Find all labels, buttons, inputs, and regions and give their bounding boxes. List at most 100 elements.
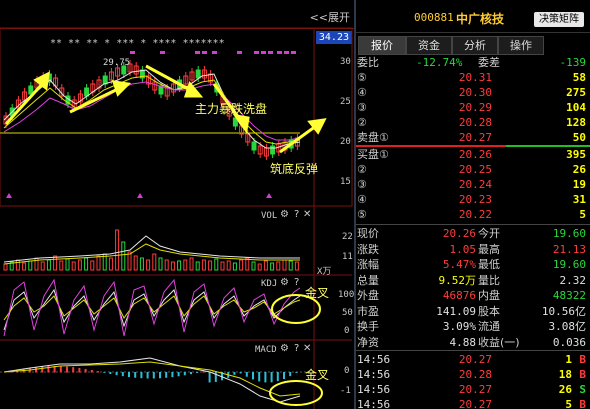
ask-volume: 50 xyxy=(572,131,586,144)
quote-panel: 000881 中广核技 决策矩阵 报价 资金 分析 操作 委比 -12.74% … xyxy=(356,0,590,409)
ask-row[interactable]: ④ 20.30 275 xyxy=(356,85,590,100)
macd-bar xyxy=(103,372,106,373)
volume-bar xyxy=(53,255,58,271)
bid-row[interactable]: ⑤ 20.22 5 xyxy=(356,207,590,222)
macd-bar xyxy=(165,372,168,378)
ask-level-label: ② xyxy=(357,116,367,129)
kline-chart-area[interactable]: <<展开 34.23 ** ** ** * *** * **** *******… xyxy=(0,0,354,409)
stat-value-right: 10.56亿 xyxy=(541,304,586,318)
volume-bar xyxy=(239,259,244,271)
macd-bar xyxy=(214,372,217,382)
volume-bar xyxy=(177,260,182,271)
order-diff-value: -139 xyxy=(559,56,587,69)
order-ratio-row: 委比 -12.74% 委差 -139 xyxy=(356,55,590,70)
macd-bar xyxy=(159,372,161,379)
ask-row[interactable]: 卖盘① 20.27 50 xyxy=(356,130,590,145)
ask-row[interactable]: ⑤ 20.31 58 xyxy=(356,70,590,85)
vol-gear-icon[interactable]: ⚙ xyxy=(280,209,289,220)
kdj-axis-100: 100 xyxy=(338,290,354,300)
tab-analysis[interactable]: 分析 xyxy=(452,36,498,55)
volume-bars xyxy=(3,229,299,271)
bid-row[interactable]: ② 20.25 26 xyxy=(356,162,590,177)
stats-row: 净资 4.88 收益(一) 0.036 xyxy=(356,335,590,350)
ask-price: 20.31 xyxy=(458,71,492,84)
stat-label-right: 最高 xyxy=(478,242,500,256)
bid-level-label: ⑤ xyxy=(357,208,367,221)
signal-marks-bottom xyxy=(6,193,272,198)
ask-level-label: ④ xyxy=(357,86,367,99)
macd-bar xyxy=(202,371,205,373)
tab-funds[interactable]: 资金 xyxy=(406,36,452,55)
macd-bar xyxy=(239,372,242,374)
stat-value-left: 4.88 xyxy=(449,335,477,349)
bid-row[interactable]: ③ 20.24 19 xyxy=(356,177,590,192)
tick-time: 14:56 xyxy=(357,383,391,396)
macd-bar xyxy=(196,372,199,373)
tick-time: 14:56 xyxy=(357,368,391,381)
vol-question-icon[interactable]: ? xyxy=(294,209,299,220)
vol-close-icon[interactable]: ✕ xyxy=(303,209,311,220)
macd-question-icon[interactable]: ? xyxy=(294,343,299,354)
volume-bar xyxy=(139,257,144,271)
ask-row[interactable]: ③ 20.29 104 xyxy=(356,100,590,115)
volume-bar xyxy=(183,259,188,271)
tick-side: B xyxy=(579,368,586,381)
stat-label-left: 涨幅 xyxy=(357,258,379,271)
stats-row: 市盈 141.09 股本 10.56亿 xyxy=(356,304,590,319)
stat-value-left: 3.09% xyxy=(442,320,476,333)
kdj-question-icon[interactable]: ? xyxy=(294,277,299,288)
tick-volume: 5 xyxy=(565,398,572,409)
stat-value-right: 3.08亿 xyxy=(548,320,587,333)
volume-bar xyxy=(22,262,27,271)
macd-bar xyxy=(84,368,87,373)
macd-close-icon[interactable]: ✕ xyxy=(303,343,311,354)
tick-volume: 1 xyxy=(565,353,572,366)
kline-panel-border xyxy=(0,27,353,207)
macd-gear-icon[interactable]: ⚙ xyxy=(280,343,289,354)
ask-volume: 275 xyxy=(566,86,586,99)
macd-bar xyxy=(283,372,285,380)
volume-bar xyxy=(115,229,120,271)
stat-label-right: 今开 xyxy=(478,227,500,240)
volume-bar xyxy=(158,257,163,271)
ask-row[interactable]: ② 20.28 128 xyxy=(356,115,590,130)
decision-matrix-button[interactable]: 决策矩阵 xyxy=(534,12,584,27)
peak-price-label: 29.75 xyxy=(103,58,131,68)
volume-bar xyxy=(133,255,138,271)
stat-label-left: 总量 xyxy=(357,273,379,287)
vol-axis-11: 11 xyxy=(342,252,353,262)
signal-marks-top xyxy=(130,51,296,54)
stats-row: 现价 20.26 今开 19.60 xyxy=(356,226,590,241)
volume-bar xyxy=(108,257,113,271)
macd-bar xyxy=(295,372,298,373)
volume-bar xyxy=(232,262,237,271)
kdj-gear-icon[interactable]: ⚙ xyxy=(280,277,289,288)
volume-bar xyxy=(257,263,262,271)
stat-value-right: 0.036 xyxy=(552,335,586,349)
kdj-line-j xyxy=(3,278,301,337)
volume-bar xyxy=(127,251,132,271)
bid-price: 20.25 xyxy=(458,163,492,176)
bid-row[interactable]: ④ 20.23 31 xyxy=(356,192,590,207)
tab-operation[interactable]: 操作 xyxy=(498,36,544,55)
bid-volume: 26 xyxy=(572,163,586,176)
stat-label-right: 收益(一) xyxy=(478,335,520,349)
volume-bar xyxy=(201,259,206,271)
macd-bar xyxy=(289,372,292,377)
price-axis-30: 30 xyxy=(340,57,351,67)
tick-price: 20.27 xyxy=(458,353,492,366)
volume-bar xyxy=(77,259,82,271)
tick-volume: 18 xyxy=(558,368,572,381)
annotation-rebound: 筑底反弹 xyxy=(270,162,319,176)
order-diff-label: 委差 xyxy=(478,56,500,69)
stat-value-right: 2.32 xyxy=(559,273,587,287)
price-axis-25: 25 xyxy=(340,97,351,107)
stat-label-left: 现价 xyxy=(357,227,379,240)
bid-row[interactable]: 买盘① 20.26 395 xyxy=(356,147,590,162)
bid-price: 20.23 xyxy=(458,193,492,206)
tab-quote[interactable]: 报价 xyxy=(358,36,406,55)
stat-value-right: 19.60 xyxy=(552,258,586,271)
volume-bar xyxy=(121,241,126,271)
tick-side: B xyxy=(579,398,586,409)
volume-bar xyxy=(276,261,281,271)
